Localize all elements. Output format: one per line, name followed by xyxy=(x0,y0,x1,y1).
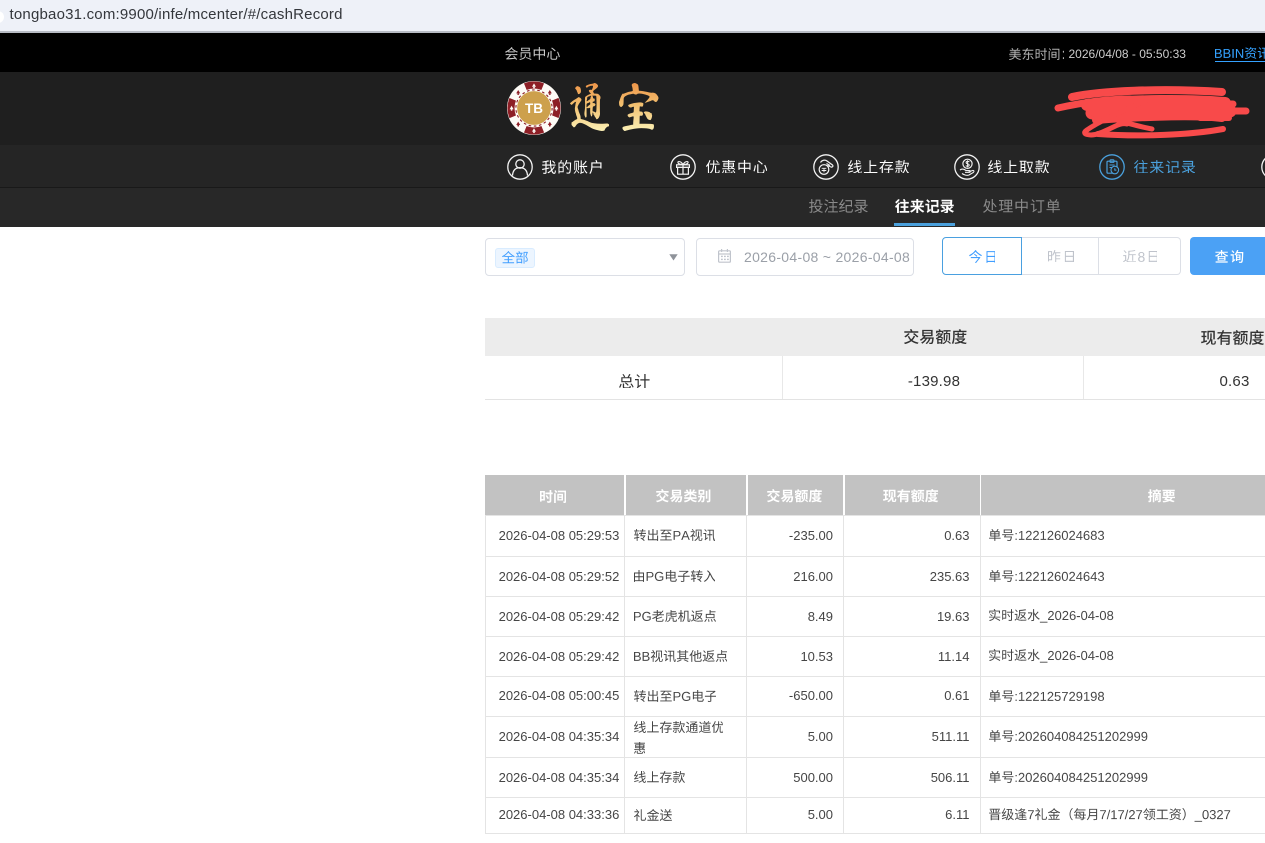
svg-text:TB: TB xyxy=(525,100,543,115)
